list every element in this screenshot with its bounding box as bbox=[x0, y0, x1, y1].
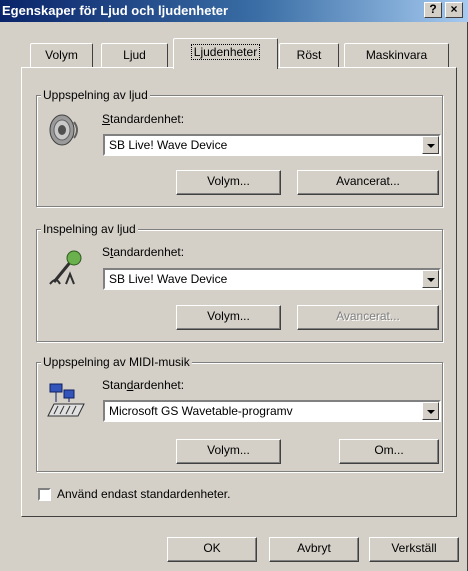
title-bar[interactable]: Egenskaper för Ljud och ljudenheter ? × bbox=[0, 0, 468, 22]
playback-device-select[interactable]: SB Live! Wave Device bbox=[103, 134, 441, 156]
playback-group-title: Uppspelning av ljud bbox=[41, 88, 150, 102]
apply-button[interactable]: Verkställ bbox=[369, 537, 459, 562]
use-default-only-checkbox[interactable] bbox=[38, 488, 51, 501]
midi-volume-button[interactable]: Volym... bbox=[176, 439, 281, 464]
properties-window: Egenskaper för Ljud och ljudenheter ? × … bbox=[0, 0, 468, 571]
window-title: Egenskaper för Ljud och ljudenheter bbox=[2, 3, 229, 18]
ok-button[interactable]: OK bbox=[167, 537, 257, 562]
chevron-down-icon[interactable] bbox=[422, 402, 439, 420]
midi-group-title: Uppspelning av MIDI-musik bbox=[41, 355, 192, 369]
tab-maskinvara[interactable]: Maskinvara bbox=[344, 43, 449, 67]
microphone-icon bbox=[49, 250, 82, 285]
playback-device-label: Standardenhet: bbox=[102, 112, 185, 126]
recording-group-title: Inspelning av ljud bbox=[41, 222, 138, 236]
midi-keyboard-icon bbox=[47, 383, 85, 417]
playback-volume-button[interactable]: Volym... bbox=[176, 170, 281, 195]
tab-ljudenheter[interactable]: Ljudenheter bbox=[173, 38, 278, 69]
close-button[interactable]: × bbox=[445, 2, 463, 18]
use-default-only-label[interactable]: Använd endast standardenheter. bbox=[57, 487, 230, 501]
playback-advanced-button[interactable]: Avancerat... bbox=[297, 170, 439, 195]
chevron-down-icon[interactable] bbox=[422, 270, 439, 288]
tab-volym[interactable]: Volym bbox=[30, 43, 93, 67]
recording-device-select[interactable]: SB Live! Wave Device bbox=[103, 268, 441, 290]
tab-rost[interactable]: Röst bbox=[279, 43, 339, 67]
recording-advanced-button[interactable]: Avancerat... bbox=[297, 305, 439, 330]
midi-about-button[interactable]: Om... bbox=[339, 439, 439, 464]
help-button[interactable]: ? bbox=[424, 2, 442, 18]
speaker-icon bbox=[49, 114, 78, 146]
midi-device-label: Standardenhet: bbox=[102, 378, 185, 392]
cancel-button[interactable]: Avbryt bbox=[269, 537, 359, 562]
recording-device-label: Standardenhet: bbox=[102, 245, 185, 259]
chevron-down-icon[interactable] bbox=[422, 136, 439, 154]
recording-volume-button[interactable]: Volym... bbox=[176, 305, 281, 330]
tab-ljud[interactable]: Ljud bbox=[101, 43, 168, 67]
midi-device-select[interactable]: Microsoft GS Wavetable-programv bbox=[103, 400, 441, 422]
